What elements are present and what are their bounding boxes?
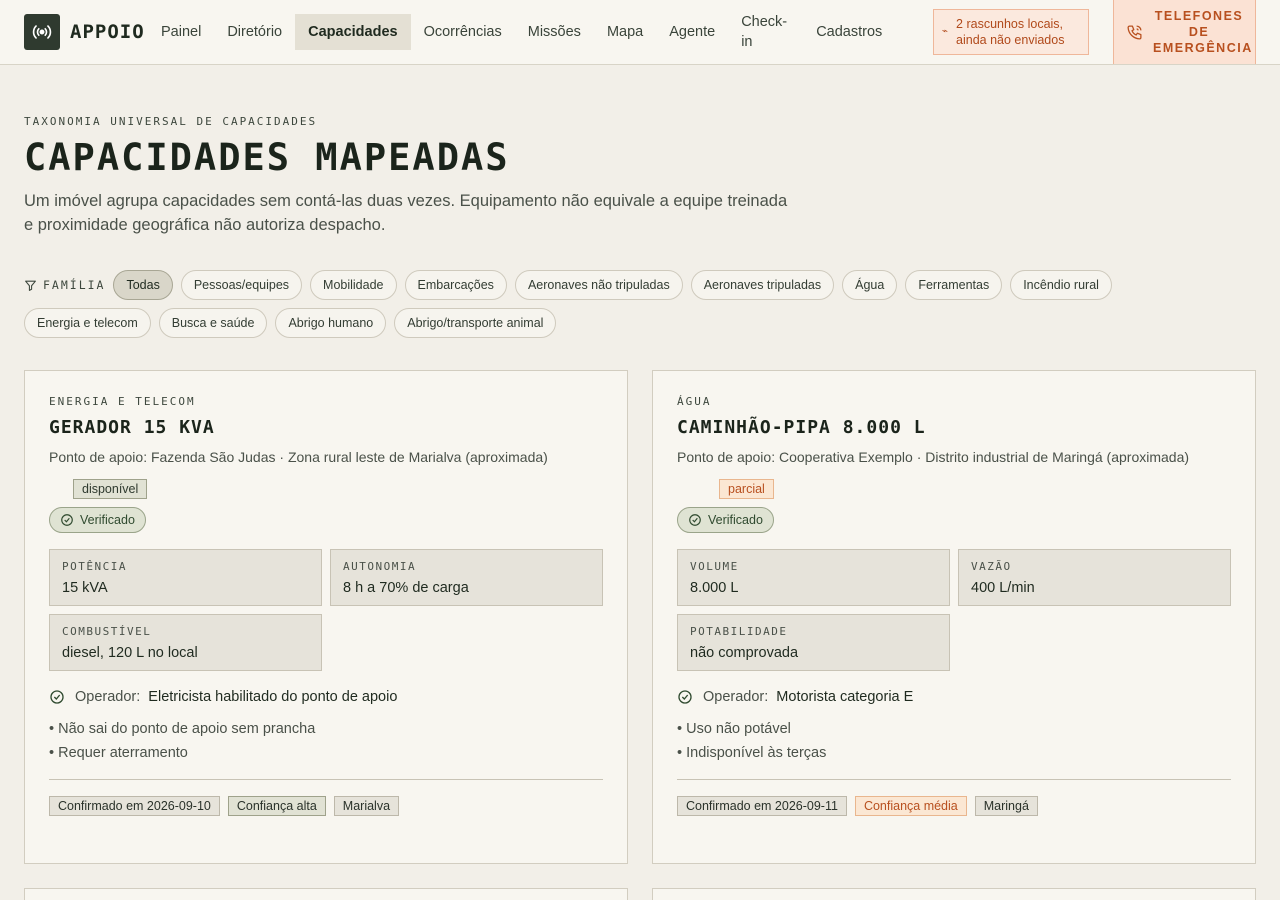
check-circle-icon xyxy=(678,690,692,704)
divider xyxy=(49,779,603,780)
nav-missoes[interactable]: Missões xyxy=(515,14,594,50)
filter-label: FAMÍLIA xyxy=(24,278,105,292)
spec-item: POTÊNCIA 15 kVA xyxy=(49,549,322,606)
filter-icon xyxy=(25,280,36,291)
confirmed-date-tag: Confirmado em 2026-09-11 xyxy=(677,796,847,816)
spec-item: AUTONOMIA 8 h a 70% de carga xyxy=(330,549,603,606)
filter-chip-busca-saude[interactable]: Busca e saúde xyxy=(158,308,268,338)
check-circle-icon xyxy=(689,514,701,526)
capability-card[interactable]: ÁGUA CAMINHÃO-PIPA 8.000 L Ponto de apoi… xyxy=(652,370,1256,864)
spec-item: COMBUSTÍVEL diesel, 120 L no local xyxy=(49,614,322,671)
nav-mapa[interactable]: Mapa xyxy=(594,14,656,50)
status-badge: disponível xyxy=(73,479,148,499)
spec-item: VAZÃO 400 L/min xyxy=(958,549,1231,606)
filter-chip-embarcacoes[interactable]: Embarcações xyxy=(404,270,507,300)
card-tags: Confirmado em 2026-09-11 Confiança média… xyxy=(677,796,1231,816)
list-item: • Não sai do ponto de apoio sem prancha xyxy=(49,721,316,737)
filter-chip-todas[interactable]: Todas xyxy=(113,270,173,300)
filter-chip-abrigo-humano[interactable]: Abrigo humano xyxy=(275,308,387,338)
filter-chip-agua[interactable]: Água xyxy=(842,270,898,300)
operator-row: Operador: Motorista categoria E xyxy=(677,689,1231,705)
divider xyxy=(677,779,1231,780)
nav-ocorrencias[interactable]: Ocorrências xyxy=(411,14,515,50)
city-tag: Marialva xyxy=(333,796,400,816)
page-eyebrow: TAXONOMIA UNIVERSAL DE CAPACIDADES xyxy=(24,115,318,128)
spec-grid: POTÊNCIA 15 kVA AUTONOMIA 8 h a 70% de c… xyxy=(49,549,603,671)
nav-painel[interactable]: Painel xyxy=(148,14,214,50)
emergency-label: TELEFONES DE EMERGÊNCIA xyxy=(1153,9,1253,55)
card-notes: • Não sai do ponto de apoio sem prancha … xyxy=(49,717,603,765)
spec-item: VOLUME 8.000 L xyxy=(677,549,950,606)
nav-agente[interactable]: Agente xyxy=(656,14,728,50)
operator-row: Operador: Eletricista habilitado do pont… xyxy=(49,689,603,705)
list-item: • Uso não potável xyxy=(677,721,791,737)
filter-chip-aeronaves-nao-tripuladas[interactable]: Aeronaves não tripuladas xyxy=(514,270,683,300)
page-description: Um imóvel agrupa capacidades sem contá-l… xyxy=(24,192,788,234)
confidence-tag: Confiança média xyxy=(854,796,967,816)
brand-logo[interactable]: APPOIO xyxy=(24,14,145,50)
filter-chip-energia-telecom[interactable]: Energia e telecom xyxy=(24,308,151,338)
filter-chip-aeronaves-tripuladas[interactable]: Aeronaves tripuladas xyxy=(690,270,835,300)
card-family: ENERGIA E TELECOM xyxy=(49,395,196,408)
phone-icon xyxy=(1127,24,1142,40)
card-notes: • Uso não potável • Indisponível às terç… xyxy=(677,717,1231,765)
spec-item: POTABILIDADE não comprovada xyxy=(677,614,950,671)
filter-chip-mobilidade[interactable]: Mobilidade xyxy=(310,270,397,300)
confirmed-date-tag: Confirmado em 2026-09-10 xyxy=(49,796,220,816)
nav-cadastros[interactable]: Cadastros xyxy=(803,14,895,50)
main-nav: Painel Diretório Capacidades Ocorrências… xyxy=(148,14,895,50)
filter-chip-abrigo-animal[interactable]: Abrigo/transporte animal xyxy=(394,308,557,338)
card-title: CAMINHÃO-PIPA 8.000 L xyxy=(677,417,926,438)
card-location: Ponto de apoio: Cooperativa Exemplo · Di… xyxy=(677,449,1190,465)
check-circle-icon xyxy=(50,690,64,704)
list-item: • Requer aterramento xyxy=(49,745,188,761)
verified-badge: Verificado xyxy=(49,507,146,533)
list-item: • Indisponível às terças xyxy=(677,745,827,761)
family-filters: FAMÍLIA Todas Pessoas/equipes Mobilidade… xyxy=(24,270,1256,346)
card-title: GERADOR 15 KVA xyxy=(49,417,215,438)
top-bar: APPOIO Painel Diretório Capacidades Ocor… xyxy=(0,0,1280,65)
card-family: ÁGUA xyxy=(677,395,712,408)
card-tags: Confirmado em 2026-09-10 Confiança alta … xyxy=(49,796,603,816)
confidence-tag: Confiança alta xyxy=(227,796,326,816)
nav-check-in[interactable]: Check-in xyxy=(728,14,803,50)
filter-chip-incendio-rural[interactable]: Incêndio rural xyxy=(1010,270,1112,300)
check-circle-icon xyxy=(61,514,73,526)
capability-card[interactable] xyxy=(24,888,628,900)
cloud-off-icon: ⌁ xyxy=(942,26,949,37)
broadcast-icon xyxy=(24,14,60,50)
drafts-text: 2 rascunhos locais, ainda não enviados xyxy=(956,17,1065,47)
city-tag: Maringá xyxy=(974,796,1038,816)
capability-card[interactable] xyxy=(652,888,1256,900)
filter-chip-ferramentas[interactable]: Ferramentas xyxy=(905,270,1003,300)
nav-capacidades[interactable]: Capacidades xyxy=(295,14,411,50)
brand-name: APPOIO xyxy=(70,21,145,43)
page-title: CAPACIDADES MAPEADAS xyxy=(24,136,510,179)
status-badge: parcial xyxy=(719,479,774,499)
card-location: Ponto de apoio: Fazenda São Judas · Zona… xyxy=(49,449,548,465)
capability-card[interactable]: ENERGIA E TELECOM GERADOR 15 KVA Ponto d… xyxy=(24,370,628,864)
filter-chip-pessoas[interactable]: Pessoas/equipes xyxy=(180,270,303,300)
nav-diretorio[interactable]: Diretório xyxy=(214,14,295,50)
emergency-phones-button[interactable]: TELEFONES DE EMERGÊNCIA xyxy=(1113,0,1256,64)
drafts-notice[interactable]: ⌁ 2 rascunhos locais, ainda não enviados xyxy=(933,9,1089,55)
spec-grid: VOLUME 8.000 L VAZÃO 400 L/min POTABILID… xyxy=(677,549,1231,671)
verified-badge: Verificado xyxy=(677,507,774,533)
